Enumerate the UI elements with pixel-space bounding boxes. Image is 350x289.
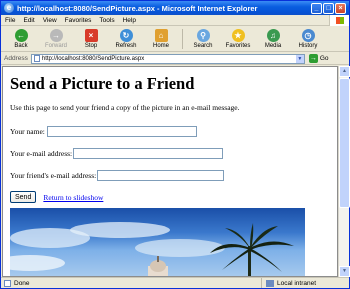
refresh-button[interactable]: ↻ Refresh (109, 29, 143, 49)
your-email-field[interactable] (73, 148, 224, 159)
internet-explorer-icon: e (4, 3, 14, 13)
page-done-icon (4, 279, 11, 287)
menu-tools[interactable]: Tools (99, 17, 114, 24)
search-button[interactable]: ⚲ Search (186, 29, 220, 49)
menu-bar: File Edit View Favorites Tools Help (1, 15, 349, 26)
status-text: Done (14, 279, 30, 287)
media-icon: ♫ (266, 29, 280, 42)
history-button[interactable]: ◷ History (291, 29, 325, 49)
close-button[interactable]: × (335, 2, 346, 14)
refresh-icon: ↻ (119, 29, 133, 42)
minimize-button[interactable]: _ (311, 2, 322, 14)
your-name-row: Your name: (10, 126, 330, 137)
intro-text: Use this page to send your friend a copy… (10, 103, 240, 112)
form-actions: Send Return to slideshow (10, 191, 330, 203)
address-url[interactable]: http://localhost:8080/SendPicture.aspx (42, 56, 296, 62)
window-title: http://localhost:8080/SendPicture.aspx -… (17, 3, 258, 13)
maximize-button[interactable]: □ (323, 2, 334, 14)
scroll-thumb[interactable] (339, 78, 350, 208)
menu-help[interactable]: Help (123, 17, 136, 24)
go-arrow-icon: → (308, 54, 318, 63)
forward-arrow-icon: → (49, 29, 63, 42)
friend-email-field[interactable] (97, 170, 225, 181)
browser-window: e http://localhost:8080/SendPicture.aspx… (0, 0, 350, 289)
windows-logo-icon (329, 15, 349, 26)
address-input[interactable]: http://localhost:8080/SendPicture.aspx ▼ (30, 53, 305, 64)
toolbar-separator (182, 29, 183, 49)
favorites-star-icon: ★ (231, 29, 245, 42)
search-icon: ⚲ (196, 29, 210, 42)
friend-email-row: Your friend's e-mail address: (10, 170, 330, 181)
menu-edit[interactable]: Edit (23, 17, 34, 24)
back-button[interactable]: ← Back (4, 29, 38, 49)
address-label: Address (4, 55, 28, 62)
return-to-slideshow-link[interactable]: Return to slideshow (43, 193, 103, 202)
home-icon: ⌂ (154, 29, 168, 42)
media-button[interactable]: ♫ Media (256, 29, 290, 49)
history-icon: ◷ (301, 29, 315, 42)
picture-photo (10, 222, 294, 276)
your-email-label: Your e-mail address: (10, 149, 73, 158)
address-bar: Address http://localhost:8080/SendPictur… (1, 53, 349, 65)
home-button[interactable]: ⌂ Home (144, 29, 178, 49)
menu-view[interactable]: View (43, 17, 57, 24)
title-bar[interactable]: e http://localhost:8080/SendPicture.aspx… (1, 1, 349, 15)
vertical-scrollbar[interactable]: ▲ ▼ (338, 66, 350, 277)
security-zone: Local intranet (261, 278, 339, 288)
menu-file[interactable]: File (5, 17, 15, 24)
your-name-label: Your name: (10, 127, 45, 136)
your-email-row: Your e-mail address: (10, 148, 330, 159)
page-heading: Send a Picture to a Friend (10, 74, 195, 93)
go-button[interactable]: → Go (308, 54, 329, 63)
intranet-icon (266, 279, 274, 287)
status-bar: Done Local intranet (1, 277, 349, 288)
menu-favorites[interactable]: Favorites (65, 17, 92, 24)
forward-button[interactable]: → Forward (39, 29, 73, 49)
standard-toolbar: ← Back → Forward × Stop ↻ Refresh ⌂ Home… (1, 27, 349, 52)
scroll-up-icon[interactable]: ▲ (339, 66, 350, 77)
picture-image (10, 208, 305, 276)
send-button[interactable]: Send (10, 191, 37, 203)
page-icon (33, 55, 40, 62)
scroll-down-icon[interactable]: ▼ (339, 266, 350, 277)
your-name-field[interactable] (46, 126, 197, 137)
page-content: Send a Picture to a Friend Use this page… (2, 66, 338, 277)
stop-button[interactable]: × Stop (74, 29, 108, 49)
resize-grip[interactable] (339, 278, 349, 288)
stop-icon: × (84, 29, 98, 42)
favorites-button[interactable]: ★ Favorites (221, 29, 255, 49)
friend-email-label: Your friend's e-mail address: (10, 171, 97, 180)
address-dropdown-icon[interactable]: ▼ (295, 54, 304, 63)
back-arrow-icon: ← (14, 29, 28, 42)
